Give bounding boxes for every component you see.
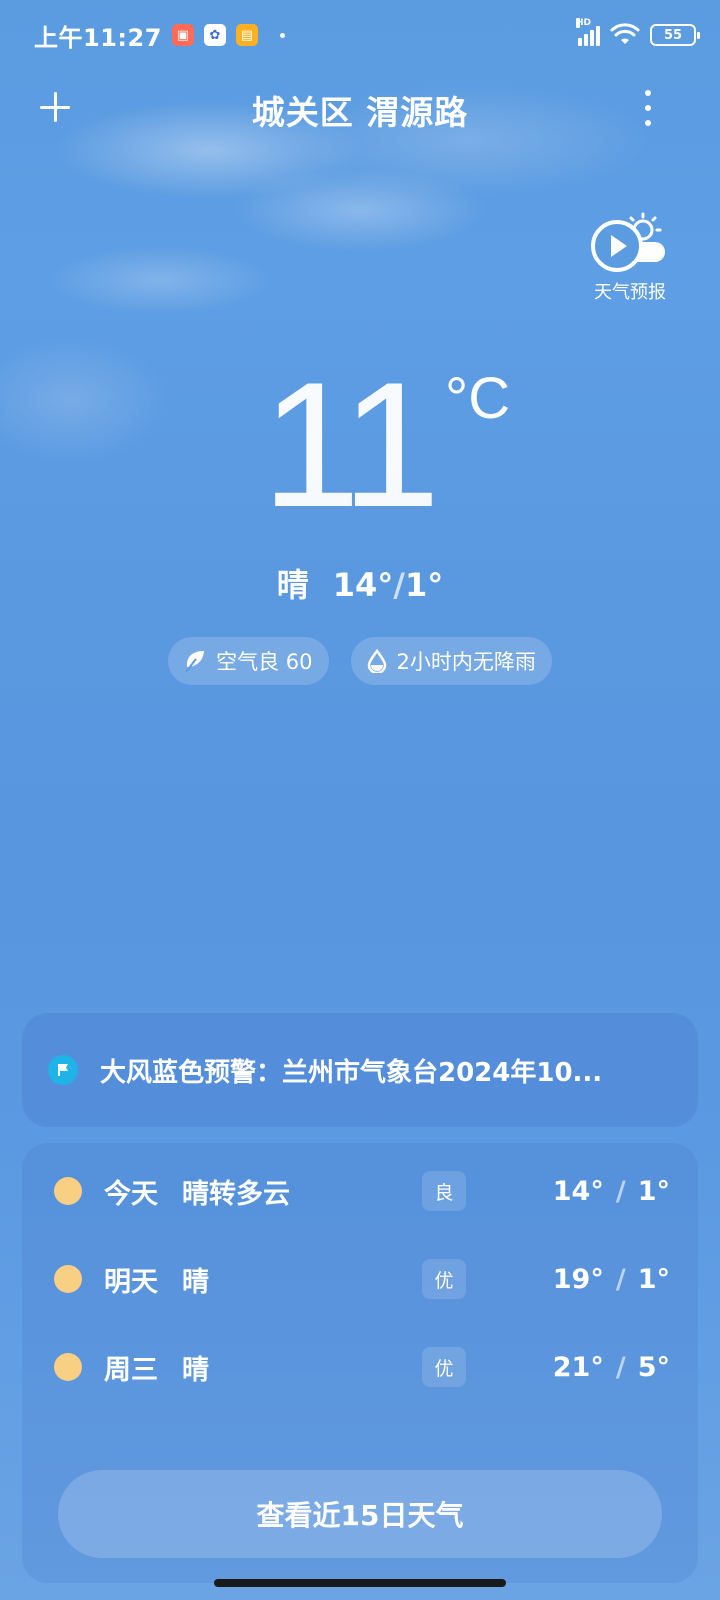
weather-forecast-label: 天气预报	[594, 282, 666, 303]
status-time: 上午11:27	[34, 23, 162, 52]
header: 城关区 渭源路	[0, 78, 720, 138]
leaf-icon	[185, 651, 205, 673]
temperature-unit: °C	[445, 366, 511, 431]
day-temps: 14°/1°	[552, 1175, 670, 1207]
precipitation-chip[interactable]: 2小时内无降雨	[350, 637, 552, 685]
location-title[interactable]: 城关区 渭源路	[0, 86, 720, 134]
message-notification-icon: ▤	[235, 24, 258, 46]
condition-summary: 晴 14°/1°	[276, 566, 444, 604]
wifi-icon	[610, 23, 640, 44]
aqi-badge: 良	[422, 1171, 466, 1211]
day-condition: 晴转多云	[182, 1178, 290, 1210]
home-indicator[interactable]	[214, 1579, 506, 1587]
condition-text: 晴	[276, 566, 309, 604]
day-name: 今天	[104, 1178, 158, 1210]
day-name: 周三	[104, 1354, 158, 1386]
warning-flag-icon	[48, 1055, 78, 1085]
aqi-badge: 优	[422, 1347, 466, 1387]
day-high: 19°	[552, 1263, 604, 1295]
day-high: 21°	[552, 1351, 604, 1383]
weather-forecast-video-button[interactable]: 天气预报	[582, 212, 678, 312]
battery-level: 55	[663, 27, 683, 43]
sunny-icon	[54, 1177, 82, 1205]
day-temps: 21°/5°	[552, 1351, 670, 1383]
high-temp: 14°	[332, 566, 394, 604]
precipitation-text: 2小时内无降雨	[396, 650, 536, 674]
cellular-signal-icon: HD	[576, 18, 600, 46]
air-quality-text: 空气良 60	[216, 650, 313, 674]
sunny-icon	[54, 1353, 82, 1381]
info-chips: 空气良 60 2小时内无降雨	[0, 637, 720, 685]
forecast-row-today[interactable]: 今天 晴转多云 良 14°/1°	[22, 1161, 698, 1221]
baidu-icon: ✿	[203, 24, 226, 46]
day-high: 14°	[552, 1175, 604, 1207]
day-condition: 晴	[182, 1266, 209, 1298]
day-low: 1°	[637, 1175, 670, 1207]
battery-icon: 55	[650, 24, 700, 46]
day-name: 明天	[104, 1266, 158, 1298]
hd-label: HD	[576, 18, 592, 28]
forecast-row-tomorrow[interactable]: 明天 晴 优 19°/1°	[22, 1249, 698, 1309]
temperature-value: 11	[261, 345, 441, 544]
weather-alert-card[interactable]: 大风蓝色预警：兰州市气象台2024年10...	[22, 1013, 698, 1127]
day-temps: 19°/1°	[552, 1263, 670, 1295]
play-sun-cloud-icon	[591, 212, 665, 272]
current-temperature: 11 °C	[0, 355, 720, 535]
app-notification-icon: ▣	[171, 24, 194, 46]
alert-text: 大风蓝色预警：兰州市气象台2024年10...	[100, 1057, 603, 1088]
notification-icons: ▣ ✿ ▤	[171, 24, 285, 46]
aqi-badge: 优	[422, 1259, 466, 1299]
status-right: HD 55	[576, 18, 700, 47]
day-low: 1°	[637, 1263, 670, 1295]
low-temp: 1°	[404, 566, 444, 604]
more-menu-icon[interactable]	[638, 86, 658, 130]
more-notifications-dot	[279, 32, 285, 38]
sunny-icon	[54, 1265, 82, 1293]
day-low: 5°	[637, 1351, 670, 1383]
view-15-day-button[interactable]: 查看近15日天气	[58, 1470, 662, 1558]
raindrop-icon	[367, 649, 386, 673]
forecast-row-wednesday[interactable]: 周三 晴 优 21°/5°	[22, 1337, 698, 1397]
day-condition: 晴	[182, 1354, 209, 1386]
air-quality-chip[interactable]: 空气良 60	[168, 637, 329, 685]
status-bar: 上午11:27 ▣ ✿ ▤ HD 55	[0, 0, 720, 70]
